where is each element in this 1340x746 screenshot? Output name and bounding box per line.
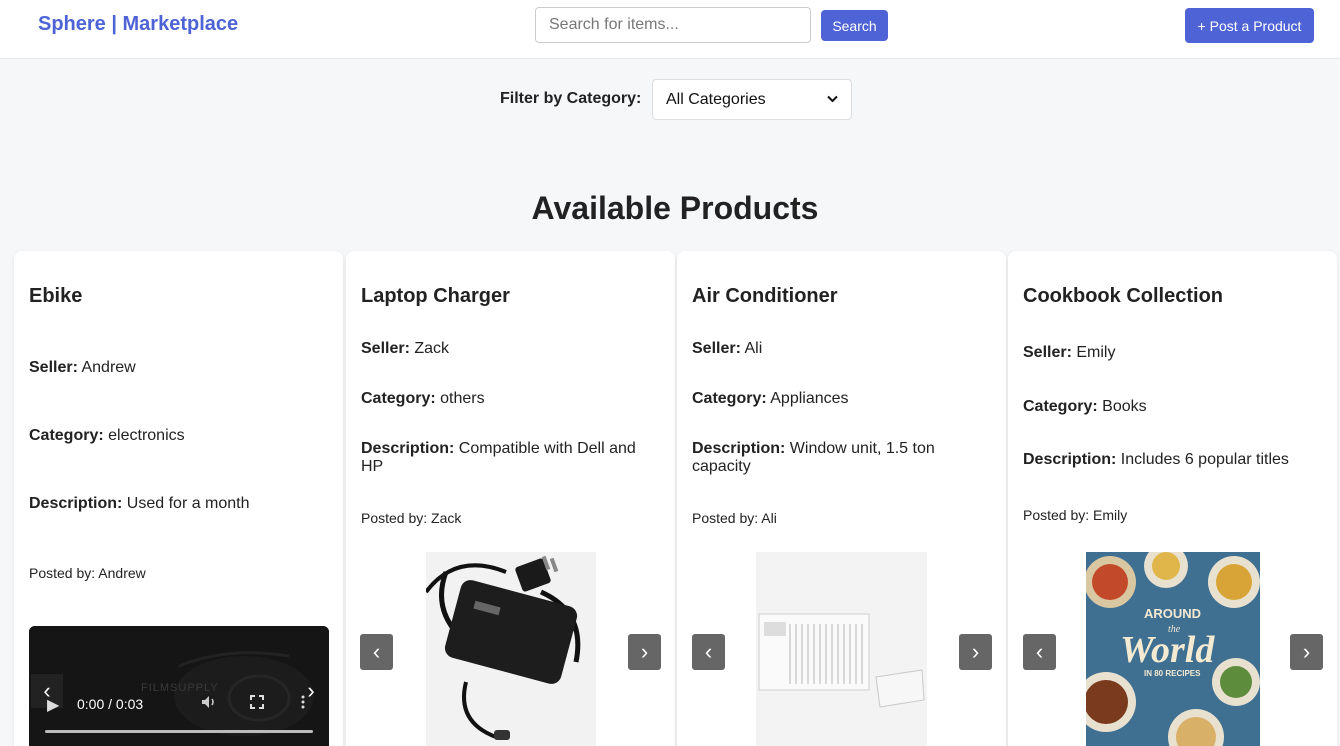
- product-description: Description: Includes 6 popular titles: [1023, 451, 1323, 469]
- description-label: Description:: [361, 440, 455, 457]
- product-name: Air Conditioner: [692, 285, 838, 307]
- product-description: Description: Compatible with Dell and HP: [361, 440, 661, 476]
- air-conditioner-image: [756, 552, 927, 746]
- seller-label: Seller:: [361, 340, 410, 357]
- product-category: Category: Appliances: [692, 390, 992, 408]
- product-seller: Seller: Ali: [692, 340, 992, 358]
- seller-label: Seller:: [29, 359, 78, 376]
- seller-value: Andrew: [81, 359, 136, 376]
- category-value: electronics: [108, 427, 185, 444]
- chevron-right-icon[interactable]: ›: [628, 634, 661, 670]
- category-value: Books: [1102, 398, 1147, 415]
- chevron-left-icon[interactable]: ‹: [692, 634, 725, 670]
- description-value: Used for a month: [126, 495, 250, 512]
- category-label: Category:: [29, 427, 104, 444]
- category-value: others: [440, 390, 485, 407]
- posted-by: Posted by: Ali: [692, 510, 777, 526]
- category-select[interactable]: All Categories: [652, 79, 852, 120]
- product-card: Air Conditioner Seller: Ali Category: Ap…: [677, 251, 1006, 746]
- posted-by-label: Posted by:: [1023, 507, 1090, 523]
- category-label: Category:: [692, 390, 767, 407]
- chevron-right-icon[interactable]: ›: [1290, 634, 1323, 670]
- seller-value: Emily: [1076, 344, 1116, 361]
- description-value: Includes 6 popular titles: [1120, 451, 1289, 468]
- posted-by-value: Ali: [761, 510, 777, 526]
- video-time: 0:00 / 0:03: [77, 696, 144, 712]
- more-options-icon[interactable]: [301, 695, 305, 714]
- brand-logo[interactable]: Sphere | Marketplace: [38, 13, 238, 36]
- search-input[interactable]: [535, 7, 811, 43]
- product-category: Category: Books: [1023, 398, 1323, 416]
- posted-by-label: Posted by:: [361, 510, 428, 526]
- category-label: Category:: [361, 390, 436, 407]
- product-category: Category: others: [361, 390, 661, 408]
- category-value: Appliances: [770, 390, 849, 407]
- top-navbar: Sphere | Marketplace Search + Post a Pro…: [0, 0, 1340, 59]
- posted-by-label: Posted by:: [29, 565, 96, 581]
- product-card: Ebike Seller: Andrew Category: electroni…: [14, 251, 343, 746]
- search-button[interactable]: Search: [821, 10, 888, 41]
- description-label: Description:: [29, 495, 123, 512]
- filter-label: Filter by Category:: [500, 90, 642, 107]
- product-seller: Seller: Zack: [361, 340, 661, 358]
- seller-value: Ali: [744, 340, 763, 357]
- product-name: Ebike: [29, 285, 83, 307]
- chevron-right-icon[interactable]: ›: [959, 634, 992, 670]
- chevron-down-icon: [827, 94, 838, 106]
- seller-label: Seller:: [1023, 344, 1072, 361]
- product-name: Laptop Charger: [361, 285, 510, 307]
- posted-by-value: Emily: [1093, 507, 1128, 523]
- cookbook-image: AROUND the World IN 80 RECIPES: [1086, 552, 1260, 746]
- video-watermark: FILMSUPPLY: [141, 682, 219, 694]
- section-title: Available Products: [531, 190, 819, 226]
- fullscreen-icon[interactable]: [250, 695, 264, 714]
- cover-text-around: AROUND: [1144, 606, 1201, 621]
- product-card: Cookbook Collection Seller: Emily Catego…: [1008, 251, 1337, 746]
- cover-text-recipes: IN 80 RECIPES: [1144, 669, 1201, 678]
- description-label: Description:: [1023, 451, 1117, 468]
- laptop-charger-image: [426, 552, 596, 746]
- posted-by: Posted by: Emily: [1023, 507, 1127, 523]
- play-icon[interactable]: ▶: [47, 695, 59, 715]
- product-category: Category: electronics: [29, 427, 329, 445]
- posted-by: Posted by: Zack: [361, 510, 461, 526]
- posted-by: Posted by: Andrew: [29, 565, 146, 581]
- volume-icon[interactable]: [201, 695, 217, 714]
- product-video[interactable]: FILMSUPPLY ‹ › ▶ 0:00 / 0:03: [29, 626, 329, 746]
- video-progress-bar[interactable]: [45, 730, 313, 733]
- posted-by-value: Andrew: [98, 565, 146, 581]
- category-select-value: All Categories: [666, 90, 766, 108]
- product-name: Cookbook Collection: [1023, 285, 1223, 307]
- chevron-right-icon[interactable]: ›: [295, 674, 327, 708]
- product-seller: Seller: Emily: [1023, 344, 1323, 362]
- seller-label: Seller:: [692, 340, 741, 357]
- seller-value: Zack: [414, 340, 450, 357]
- chevron-left-icon[interactable]: ‹: [360, 634, 393, 670]
- product-card: Laptop Charger Seller: Zack Category: ot…: [346, 251, 675, 746]
- posted-by-value: Zack: [431, 510, 462, 526]
- product-description: Description: Used for a month: [29, 495, 329, 513]
- product-seller: Seller: Andrew: [29, 359, 329, 377]
- category-label: Category:: [1023, 398, 1098, 415]
- description-label: Description:: [692, 440, 786, 457]
- chevron-left-icon[interactable]: ‹: [1023, 634, 1056, 670]
- product-description: Description: Window unit, 1.5 ton capaci…: [692, 440, 992, 476]
- cover-text-world: World: [1120, 629, 1215, 671]
- post-product-button[interactable]: + Post a Product: [1185, 8, 1314, 43]
- posted-by-label: Posted by:: [692, 510, 759, 526]
